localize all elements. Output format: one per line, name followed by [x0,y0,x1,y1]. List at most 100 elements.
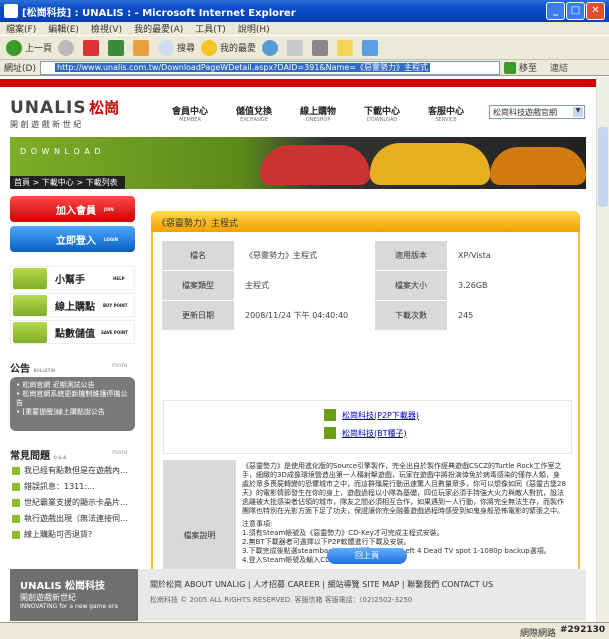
mail-icon [287,39,304,56]
bt-download-link[interactable]: 松崗科技(BT種子) [324,427,407,439]
star-icon [201,39,218,56]
site-select-value: 松崗科技遊戲官網 [493,108,557,117]
footer-link-about[interactable]: 關於松崗 ABOUT UNALIG [150,580,245,589]
logo-slogan: 開 創 遊 戲 新 世 紀 [10,120,82,129]
menu-file[interactable]: 檔案(F) [0,22,42,35]
buy-point-button[interactable]: 線上購點 BUY POINT [10,293,135,317]
bulletin-item[interactable]: • 松崗官網 近期測試公告 [16,381,129,390]
site-select[interactable]: 松崗科技遊戲官網 ▼ [489,105,585,119]
history-icon [262,39,279,56]
go-button[interactable]: 移至 [519,61,537,74]
vertical-scrollbar[interactable] [596,77,609,622]
nav-member[interactable]: 會員中心 MEMBER [172,104,208,123]
ie-icon [4,4,18,18]
table-label: 檔名 [161,240,235,271]
go-arrow-icon[interactable] [504,61,516,74]
back-page-button[interactable]: 回上頁 [327,548,407,564]
footer-link-career[interactable]: 人才招募 CAREER [253,580,320,589]
bulletin-more-link[interactable]: more [112,362,128,369]
folder-button[interactable] [337,39,356,56]
bulletin-item[interactable]: • [重要提醒]線上購點說公告 [16,408,129,417]
nav-download-en: DOWNLOAD [366,117,398,123]
menu-help[interactable]: 說明(H) [232,22,276,35]
nav-shop[interactable]: 線上購物 ONESHOP [300,104,336,123]
menu-bar: 檔案(F) 編輯(E) 檢視(V) 我的最愛(A) 工具(T) 說明(H) [0,22,609,36]
footer-copyright: 松崗科技 © 2005 ALL RIGHTS RESERVED. 客服信箱 客服… [150,596,413,604]
search-label: 搜尋 [177,44,196,54]
favorites-button[interactable]: 我的最愛 [201,39,256,56]
description-paragraph: 《惡靈勢力》是使用進化版的Source引擎製作，完全出自於製作經典遊戲CSCZ的… [242,462,566,515]
site-logo[interactable]: UNALIS 松崗 開 創 遊 戲 新 世 紀 [10,97,119,130]
banner-text: D O W N L O A D [20,147,102,156]
save-point-button[interactable]: 點數儲值 SAVE POINT [10,320,135,344]
breadcrumb: 首頁 > 下載中心 > 下載列表 [10,176,125,189]
p2p-download-link[interactable]: 松崗科技(P2P下載器) [324,409,419,421]
faq-item[interactable]: 執行遊戲出現（無法連接伺... [12,513,128,524]
chevron-down-icon: ▼ [573,107,583,117]
login-en: LOGIN [104,236,118,242]
login-button[interactable]: 立即登入 LOGIN [10,226,135,252]
nav-exchange-label: 儲值兌換 [236,107,273,117]
bulletin-item[interactable]: • 松崗官網系統更新機制維護停機公告 [16,390,129,408]
menu-view[interactable]: 檢視(V) [85,22,128,35]
car-image-red [260,145,370,185]
refresh-button[interactable] [108,39,127,56]
history-button[interactable] [262,39,281,56]
footer-logo: UNALIS 松崗科技 開創遊戲新世紀 INNOVATING for a new… [10,569,138,621]
print-button[interactable] [312,39,331,56]
faq-item-text: 錯誤訊息：1311:... [24,482,95,491]
footer-link-sitemap[interactable]: 網站導覽 SITE MAP [328,580,400,589]
nav-exchange[interactable]: 儲值兌換 EXCHANGE [236,104,272,123]
faq-bullet-icon [12,498,20,507]
menu-favorites[interactable]: 我的最愛(A) [128,22,189,35]
links-button[interactable]: 連結 [550,61,568,74]
zone-label: 網際網路 [520,629,557,639]
faq-item-text: 線上購點可否退貨? [24,530,93,539]
faq-item[interactable]: 世紀霸業支援的顯示卡晶片... [12,497,128,508]
top-red-stripe [0,79,596,87]
forward-button[interactable] [58,39,77,56]
help-label: 小幫手 [55,274,85,286]
messenger-button[interactable] [362,39,381,56]
faq-more-link[interactable]: more [112,449,128,456]
table-value: 245 [447,300,572,331]
nav-service-en: SERVICE [435,117,457,123]
back-arrow-icon [6,39,22,56]
notes-item: 1.須有Steam帳號及《惡靈勢力》CD-Key才可完成主程式安裝。 [242,529,444,537]
join-member-button[interactable]: 加入會員 JOIN [10,196,135,222]
nav-download[interactable]: 下載中心 DOWNLOAD [364,104,400,123]
close-button[interactable]: ✕ [586,2,605,20]
messenger-icon [362,39,379,56]
nav-shop-label: 線上購物 [300,107,337,117]
footer-links: 關於松崗 ABOUT UNALIG | 人才招募 CAREER | 網站導覽 S… [150,580,494,589]
scrollbar-thumb[interactable] [598,127,608,207]
buy-point-en: BUY POINT [103,302,128,308]
nav-service[interactable]: 客服中心 SERVICE [428,104,464,123]
window-title: [松崗科技] : UNALIS : - Microsoft Internet E… [22,7,296,19]
faq-item[interactable]: 線上購點可否退貨? [12,529,92,540]
menu-edit[interactable]: 編輯(E) [42,22,85,35]
footer-link-contact[interactable]: 聯繫我們 CONTACT US [407,580,493,589]
stop-button[interactable] [83,39,102,56]
home-button[interactable] [133,39,152,56]
minimize-button[interactable]: _ [546,2,565,20]
bulletin-box: • 松崗官網 近期測試公告 • 松崗官網系統更新機制維護停機公告 • [重要提醒… [10,377,135,431]
mail-button[interactable] [287,39,306,56]
help-button[interactable]: 小幫手 HELP [10,266,135,290]
forward-arrow-icon [58,39,75,56]
maximize-button[interactable]: □ [566,2,585,20]
faq-item[interactable]: 錯誤訊息：1311:... [12,481,95,492]
cart-icon [13,295,47,316]
address-input[interactable]: http://www.unalis.com.tw/DownloadPageWDe… [40,61,500,75]
faq-item[interactable]: 我已經有點數但是在遊戲內... [12,465,128,476]
back-button[interactable]: 上一頁 [6,39,52,56]
footer-slogan-cn: 開創遊戲新世紀 [20,593,76,602]
home-icon [133,39,150,56]
address-url: http://www.unalis.com.tw/DownloadPageWDe… [55,63,430,72]
menu-tools[interactable]: 工具(T) [189,22,232,35]
window-titlebar: [松崗科技] : UNALIS : - Microsoft Internet E… [0,0,609,22]
footer-logo-text: UNALIS 松崗科技 [20,581,106,592]
footer-slogan-en: INNOVATING for a new game era [20,603,119,610]
search-button[interactable]: 搜尋 [158,39,196,56]
join-label: 加入會員 [56,205,96,217]
